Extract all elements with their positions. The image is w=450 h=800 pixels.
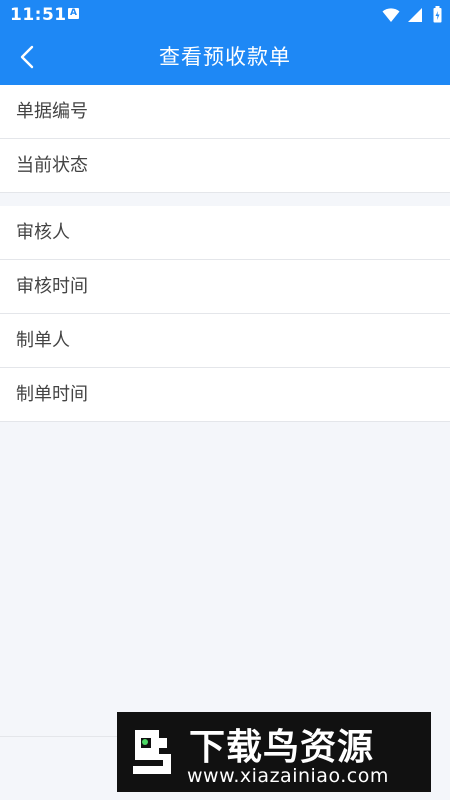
info-section: 单据编号 当前状态 (0, 85, 450, 193)
status-time: 11:51 (10, 5, 67, 25)
notification-icon: A (68, 8, 79, 19)
row-review-time[interactable]: 审核时间 (0, 260, 450, 314)
watermark-title: 下载鸟资源 (189, 727, 375, 768)
bottom-divider (0, 736, 117, 737)
nav-bar: 查看预收款单 (0, 30, 450, 85)
row-current-status[interactable]: 当前状态 (0, 139, 450, 193)
row-reviewer[interactable]: 审核人 (0, 206, 450, 260)
row-document-number[interactable]: 单据编号 (0, 85, 450, 139)
status-bar: 11:51 A (0, 0, 450, 30)
watermark: 下载鸟资源 www.xiazainiao.com (117, 712, 431, 792)
page-title: 查看预收款单 (159, 45, 291, 69)
watermark-url: www.xiazainiao.com (187, 765, 389, 787)
signal-icon (407, 7, 423, 27)
status-icons (382, 6, 442, 24)
row-creator[interactable]: 制单人 (0, 314, 450, 368)
bird-logo-icon (133, 730, 171, 774)
battery-icon (433, 6, 442, 27)
row-create-time[interactable]: 制单时间 (0, 368, 450, 422)
audit-section: 审核人 审核时间 制单人 制单时间 (0, 206, 450, 422)
wifi-icon (382, 7, 400, 27)
